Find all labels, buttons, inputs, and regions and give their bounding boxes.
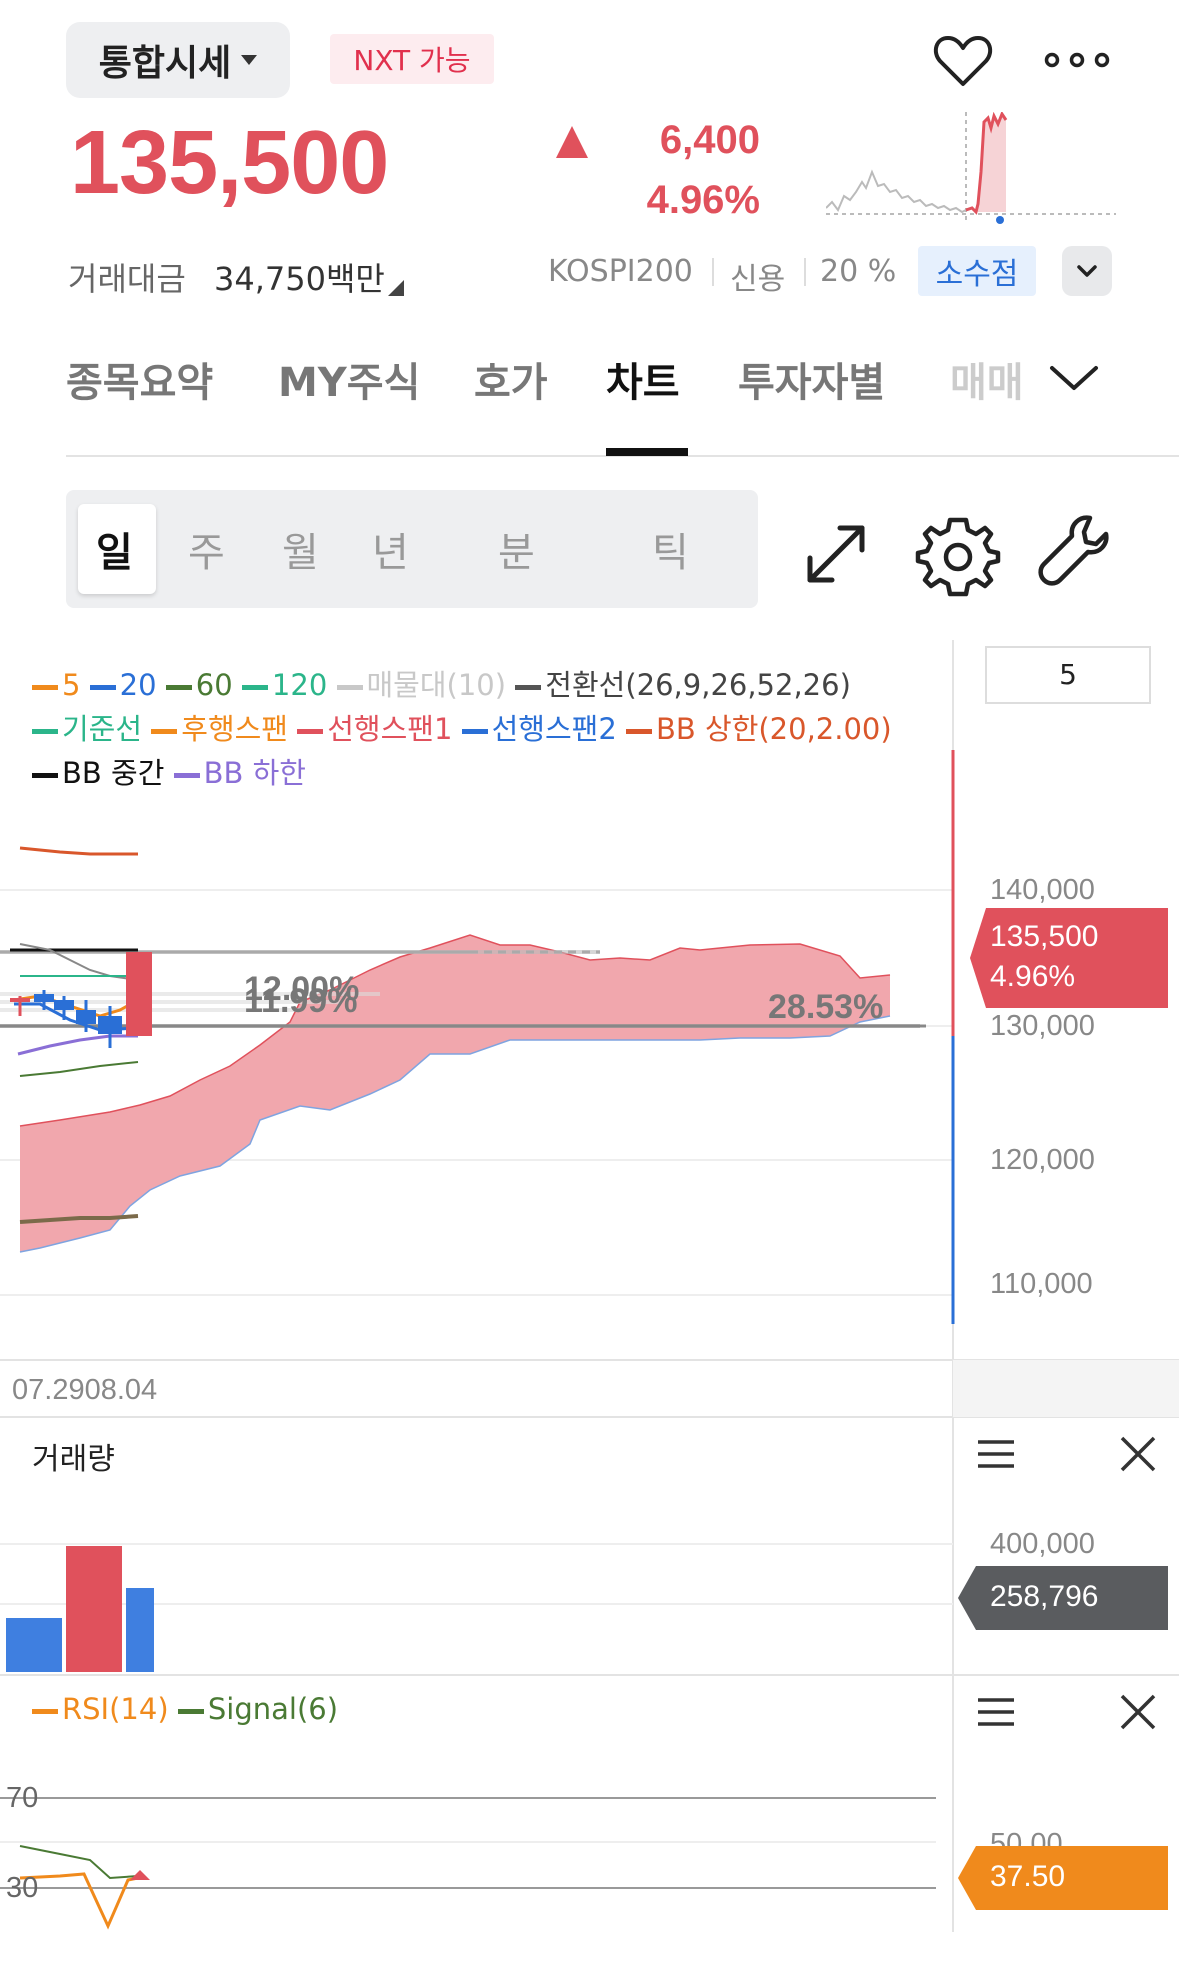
pct-annotation-c: 28.53%	[768, 988, 884, 1026]
credit-tag: 신용	[730, 262, 786, 297]
volume-pane-title: 거래량	[32, 1442, 115, 1477]
heart-icon[interactable]	[930, 28, 996, 94]
menu-icon[interactable]	[972, 1430, 1020, 1478]
close-icon[interactable]	[1114, 1430, 1162, 1478]
y-tick-130000: 130,000	[990, 1010, 1095, 1042]
current-price-tag-pct: 4.96%	[990, 960, 1076, 993]
x-axis-dates: 07.2908.04	[12, 1374, 158, 1406]
candle	[98, 1016, 122, 1034]
nxt-badge: NXT 가능	[330, 34, 494, 84]
rsi-legend: RSI(14) Signal(6)	[32, 1692, 338, 1726]
volume-current-value: 258,796	[990, 1580, 1099, 1613]
index-tag: KOSPI200	[548, 254, 693, 289]
trade-amount-value: 34,750백만	[214, 260, 385, 298]
period-month[interactable]: 월	[282, 520, 319, 578]
legend-signal: Signal(6)	[177, 1692, 338, 1726]
close-icon[interactable]	[1114, 1688, 1162, 1736]
up-arrow-icon	[556, 126, 588, 158]
tab-summary[interactable]: 종목요약	[66, 350, 213, 408]
legend-rsi: RSI(14)	[32, 1692, 169, 1726]
rsi-level-30-label: 30	[6, 1872, 39, 1904]
margin-tag: 20 %	[820, 254, 897, 289]
wrench-icon[interactable]	[1026, 506, 1122, 602]
tab-chart[interactable]: 차트	[606, 350, 680, 408]
current-price: 135,500	[70, 113, 389, 213]
caret-down-icon	[241, 55, 258, 65]
current-price-tag: 135,500 4.96%	[958, 908, 1168, 1008]
candle	[126, 952, 152, 1036]
market-dropdown-label: 통합시세	[98, 43, 232, 84]
rsi-current-tag: 37.50	[958, 1846, 1168, 1910]
active-tab-indicator	[606, 448, 688, 456]
current-price-tag-value: 135,500	[990, 920, 1099, 953]
rsi-level-70-label: 70	[6, 1782, 39, 1814]
intraday-sparkline	[826, 112, 1116, 224]
bb-lower-line	[17, 1034, 138, 1056]
tab-orderbook[interactable]: 호가	[474, 350, 548, 408]
gear-icon[interactable]	[910, 506, 1006, 602]
period-tick[interactable]: 틱	[652, 520, 689, 578]
chevron-down-icon	[1077, 265, 1097, 277]
tab-trade[interactable]: 매매	[950, 350, 1024, 408]
volume-bar	[126, 1588, 154, 1672]
volume-bar	[66, 1546, 122, 1672]
bb-upper-line	[19, 846, 138, 856]
expand-info-button[interactable]	[1062, 246, 1112, 296]
volume-bars	[6, 1546, 154, 1672]
candle	[34, 994, 54, 1002]
period-minute[interactable]: 분	[498, 520, 535, 578]
expand-icon[interactable]	[788, 506, 884, 602]
menu-icon[interactable]	[972, 1688, 1020, 1736]
fractional-share-badge[interactable]: 소수점	[918, 246, 1036, 296]
separator	[712, 258, 714, 286]
market-dropdown-button[interactable]: 통합시세	[66, 22, 290, 98]
change-percent: 4.96%	[646, 178, 760, 222]
candle	[76, 1010, 96, 1024]
candle	[10, 998, 30, 1002]
y-tick-140000: 140,000	[990, 874, 1095, 906]
volume-current-tag: 258,796	[958, 1566, 1168, 1630]
chevron-down-icon[interactable]	[1046, 358, 1102, 398]
period-week[interactable]: 주	[188, 520, 225, 578]
rsi-current-value: 37.50	[990, 1860, 1066, 1893]
ma60-line	[19, 1061, 139, 1077]
period-day[interactable]: 일	[96, 520, 133, 578]
candle	[54, 1000, 74, 1010]
tab-investor[interactable]: 투자자별	[738, 350, 885, 408]
trade-amount-label: 거래대금	[68, 260, 186, 298]
change-value: 6,400	[659, 118, 760, 162]
y-tick-110000: 110,000	[990, 1268, 1093, 1300]
more-icon[interactable]	[1040, 40, 1114, 80]
vol-y-tick: 400,000	[990, 1528, 1095, 1560]
rsi-up-marker	[130, 1870, 150, 1880]
separator	[804, 258, 806, 286]
y-tick-120000: 120,000	[990, 1144, 1095, 1176]
period-year[interactable]: 년	[372, 520, 409, 578]
corner-caret-icon[interactable]	[388, 280, 404, 296]
volume-bar	[6, 1618, 62, 1672]
pct-annotation-b: 11.99%	[244, 982, 358, 1020]
tab-my-stock[interactable]: MY주식	[278, 350, 420, 408]
axis-corner	[953, 1360, 1179, 1417]
